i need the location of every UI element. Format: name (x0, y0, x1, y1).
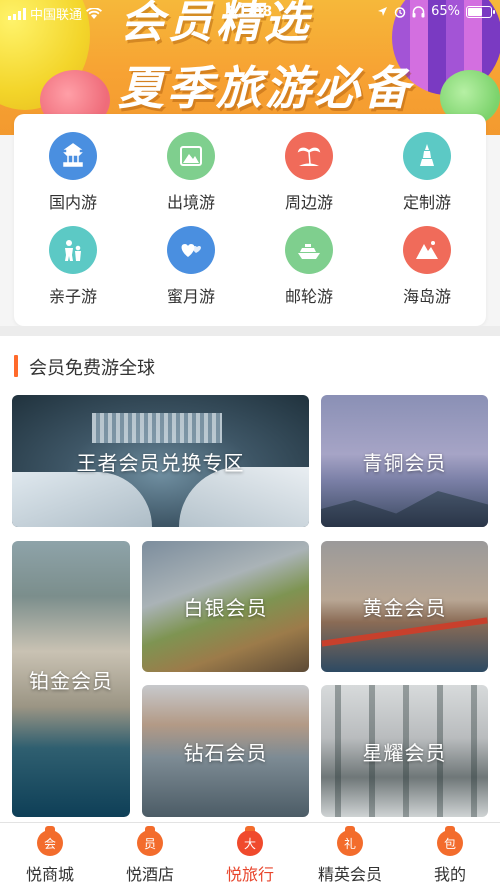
tab-label: 悦商城 (25, 865, 74, 884)
tile-label: 青铜会员 (362, 450, 447, 475)
hearts-icon (167, 226, 215, 274)
tab-label: 我的 (433, 865, 466, 884)
bag-icon: 礼 (337, 826, 363, 856)
category-nearby[interactable]: 周边游 (250, 132, 368, 213)
category-label: 定制游 (402, 193, 451, 212)
tab-hotel[interactable]: 员 悦酒店 (100, 823, 200, 885)
tile-label: 白银会员 (183, 596, 268, 620)
category-domestic[interactable]: 国内游 (14, 132, 132, 213)
category-label: 周边游 (284, 193, 333, 212)
bag-icon: 包 (437, 826, 463, 856)
category-outbound[interactable]: 出境游 (132, 132, 250, 213)
mountain-decoration (321, 491, 488, 527)
bag-icon: 员 (137, 826, 163, 856)
snow-decoration (179, 467, 309, 527)
palm-tree-icon (285, 132, 333, 180)
snow-decoration (12, 472, 152, 527)
banner-title: 夏季旅游必备 (118, 61, 412, 115)
waterfall-decoration (92, 413, 222, 443)
status-bar: 中国联通 11:08 65% (0, 0, 500, 26)
category-label: 邮轮游 (284, 287, 333, 306)
tile-platinum-member[interactable]: 铂金会员 (12, 541, 130, 817)
category-custom[interactable]: 定制游 (368, 132, 486, 213)
battery-percent: 65% (431, 4, 460, 19)
tab-travel[interactable]: 大 悦旅行 (200, 823, 300, 885)
category-cruise[interactable]: 邮轮游 (250, 226, 368, 307)
headphones-icon (412, 5, 425, 17)
bag-icon: 会 (37, 826, 63, 856)
location-arrow-icon (378, 7, 388, 16)
category-label: 亲子游 (48, 287, 97, 306)
alarm-icon (394, 6, 406, 18)
tile-label: 王者会员兑换专区 (76, 450, 245, 475)
category-family[interactable]: 亲子游 (14, 226, 132, 307)
island-icon (403, 226, 451, 274)
category-label: 国内游 (48, 193, 97, 212)
tile-label: 铂金会员 (29, 668, 113, 693)
tile-label: 黄金会员 (362, 596, 447, 620)
category-island[interactable]: 海岛游 (368, 226, 486, 307)
mountain-icon (167, 132, 215, 180)
section-accent-bar (14, 355, 18, 377)
bridge-decoration (321, 617, 488, 647)
temple-icon (49, 132, 97, 180)
section-divider (0, 326, 500, 336)
tile-king-member-exchange[interactable]: 王者会员兑换专区 (12, 395, 309, 527)
category-label: 出境游 (166, 193, 215, 212)
category-grid: 国内游 出境游 周边游 定制游 亲子游 蜜月游 邮轮游 海岛游 (14, 114, 486, 326)
tab-label: 悦酒店 (125, 865, 174, 884)
tab-profile[interactable]: 包 我的 (400, 823, 500, 885)
family-icon (49, 226, 97, 274)
tab-mall[interactable]: 会 悦商城 (0, 823, 100, 885)
tile-gold-member[interactable]: 黄金会员 (321, 541, 488, 672)
tile-diamond-member[interactable]: 钻石会员 (142, 685, 309, 817)
category-label: 蜜月游 (166, 287, 215, 306)
tile-silver-member[interactable]: 白银会员 (142, 541, 309, 672)
bag-icon: 大 (237, 826, 263, 856)
tab-label: 悦旅行 (225, 865, 274, 884)
tab-elite-member[interactable]: 礼 精英会员 (300, 823, 400, 885)
battery-icon (466, 5, 495, 18)
tile-star-member[interactable]: 星耀会员 (321, 685, 488, 817)
section-title: 会员免费游全球 (29, 358, 155, 379)
category-honeymoon[interactable]: 蜜月游 (132, 226, 250, 307)
cruise-ship-icon (285, 226, 333, 274)
tab-label: 精英会员 (317, 865, 382, 884)
tile-bronze-member[interactable]: 青铜会员 (321, 395, 488, 527)
bottom-tab-bar: 会 悦商城 员 悦酒店 大 悦旅行 礼 精英会员 包 我的 (0, 822, 500, 889)
tower-icon (403, 132, 451, 180)
tile-label: 星耀会员 (362, 740, 447, 765)
category-label: 海岛游 (402, 287, 451, 306)
tile-label: 钻石会员 (183, 740, 268, 765)
